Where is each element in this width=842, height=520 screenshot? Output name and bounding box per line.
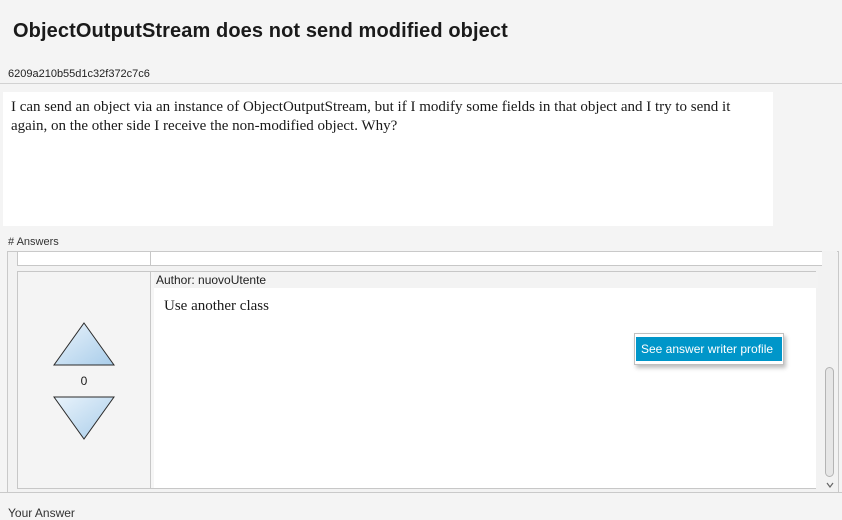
answers-list[interactable]: 0 Author: nuovoUtente Use another class	[7, 251, 839, 493]
answer-content[interactable]: Author: nuovoUtente Use another class	[154, 272, 818, 488]
vote-score: 0	[80, 374, 88, 388]
header-divider	[0, 83, 842, 84]
triangle-down-icon[interactable]	[53, 396, 115, 440]
answers-label: # Answers	[8, 236, 59, 248]
question-text: I can send an object via an instance of …	[11, 99, 731, 134]
answer-text: Use another class	[164, 298, 269, 314]
context-menu: See answer writer profile	[634, 333, 784, 365]
question-body: I can send an object via an instance of …	[3, 92, 773, 226]
see-answer-writer-profile-menu-item[interactable]: See answer writer profile	[636, 337, 782, 361]
triangle-up-icon[interactable]	[53, 322, 115, 366]
card-divider	[150, 252, 151, 265]
scroll-thumb[interactable]	[825, 367, 834, 477]
answers-bottom-divider	[0, 492, 842, 493]
answers-scrollbar[interactable]	[822, 251, 837, 492]
answer-card: 0 Author: nuovoUtente Use another class	[17, 271, 818, 489]
answer-author: Author: nuovoUtente	[154, 272, 818, 288]
chevron-down-icon[interactable]	[825, 480, 835, 490]
previous-answer-card	[17, 252, 825, 266]
question-id: 6209a210b55d1c32f372c7c6	[8, 68, 150, 80]
vote-column: 0	[18, 272, 151, 488]
your-answer-label: Your Answer	[8, 506, 75, 520]
question-title: ObjectOutputStream does not send modifie…	[13, 20, 508, 42]
